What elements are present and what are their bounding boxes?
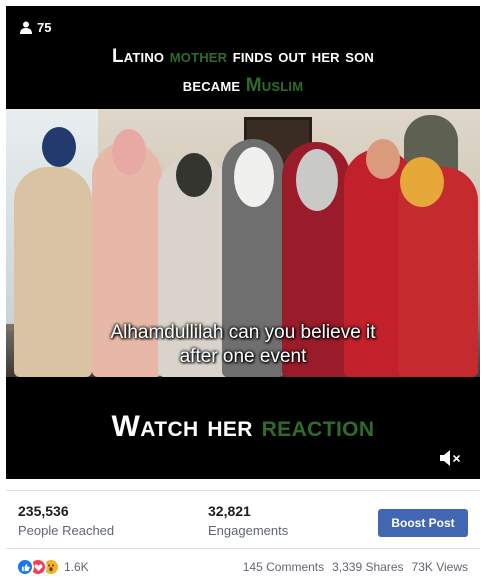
views-count[interactable]: 73K Views — [412, 560, 468, 574]
person-head — [296, 149, 338, 211]
person-head — [42, 127, 76, 167]
headline-highlight: mother — [169, 46, 228, 67]
viewer-count-value: 75 — [37, 20, 52, 35]
video-headline: Latino mother finds out her son became M… — [6, 42, 480, 100]
person-head — [234, 147, 274, 207]
boost-post-button[interactable]: Boost Post — [378, 509, 468, 537]
caption-line: after one event — [179, 346, 307, 367]
shares-count[interactable]: 3,339 Shares — [332, 560, 403, 574]
comments-count[interactable]: 145 Comments — [243, 560, 324, 574]
video-caption: Alhamdullilah can you believe it after o… — [6, 321, 480, 369]
reaction-count[interactable]: 1.6K — [64, 560, 89, 574]
engagements: 32,821 Engagements — [208, 503, 288, 538]
person-icon — [20, 21, 32, 34]
post-card: 75 Latino mother finds out her son becam… — [0, 0, 488, 587]
headline-text: Latino — [111, 46, 170, 67]
reaction-text: Watch her — [111, 410, 262, 443]
engagements-label: Engagements — [208, 523, 289, 538]
people-reached: 235,536 People Reached — [18, 503, 114, 538]
headline-text: finds out her son — [227, 46, 375, 67]
speaker-muted-icon[interactable] — [438, 448, 464, 468]
reaction-title: Watch her reaction — [6, 410, 480, 444]
viewer-count: 75 — [20, 20, 51, 35]
person-head — [112, 129, 146, 175]
person-head — [366, 139, 400, 179]
headline-highlight: Muslim — [245, 75, 304, 96]
post-footer: 1.6K 145 Comments 3,339 Shares 73K Views — [6, 548, 480, 584]
people-reached-value: 235,536 — [18, 503, 69, 519]
person-head — [176, 153, 212, 197]
video-player[interactable]: 75 Latino mother finds out her son becam… — [6, 6, 480, 479]
post-insights: 235,536 People Reached 32,821 Engagement… — [6, 490, 480, 546]
engagements-value: 32,821 — [208, 503, 251, 519]
like-icon — [16, 558, 34, 576]
reactions-summary[interactable]: 1.6K — [16, 558, 89, 576]
caption-line: Alhamdullilah can you believe it — [110, 322, 376, 343]
engagement-counts: 145 Comments 3,339 Shares 73K Views — [243, 560, 468, 574]
headline-text: became — [182, 75, 246, 96]
person-head — [400, 157, 444, 207]
video-frame-photo: Alhamdullilah can you believe it after o… — [6, 109, 480, 377]
people-reached-label: People Reached — [18, 523, 115, 538]
reaction-highlight: reaction — [261, 410, 375, 443]
